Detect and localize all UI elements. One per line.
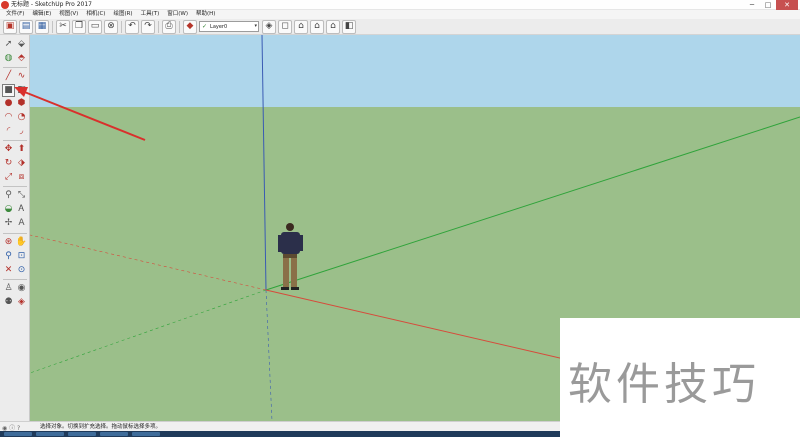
top-view-icon[interactable]: ◻: [278, 19, 292, 34]
text-icon[interactable]: Ꭺ: [16, 204, 27, 215]
position-camera-icon[interactable]: ♙: [3, 283, 14, 294]
look-around-icon[interactable]: ◉: [16, 283, 27, 294]
annotation-arrow: [14, 87, 146, 141]
watermark: 软件技巧: [560, 318, 800, 437]
menu-window[interactable]: 窗口(W): [163, 10, 192, 19]
menu-help[interactable]: 帮助(H): [192, 10, 219, 19]
current-layer-check-icon: ✓: [202, 23, 208, 30]
taskbar-app-button[interactable]: [4, 432, 32, 436]
taskbar-app-button[interactable]: [36, 432, 64, 436]
palette-divider: [3, 186, 27, 187]
toolbar-divider: [179, 20, 180, 33]
iso-view-icon[interactable]: ◈: [262, 19, 276, 34]
maximize-button[interactable]: □: [760, 0, 776, 10]
3d-text-icon[interactable]: A: [16, 218, 27, 229]
palette-divider: [3, 233, 27, 234]
axes-icon[interactable]: ✢: [3, 218, 14, 229]
taskbar-app-button[interactable]: [68, 432, 96, 436]
right-view-icon[interactable]: ⌂: [310, 19, 324, 34]
dimension-icon[interactable]: ⤡: [16, 190, 27, 201]
chevron-down-icon[interactable]: ▾: [254, 23, 257, 29]
zoom-window-icon[interactable]: ⊡: [16, 251, 27, 262]
zoom-extents-icon[interactable]: ✕: [3, 265, 14, 276]
back-view-icon[interactable]: ⌂: [326, 19, 340, 34]
follow-me-icon[interactable]: ⬗: [16, 158, 27, 169]
scale-icon[interactable]: ⤢: [3, 172, 14, 183]
pan-icon[interactable]: ✋: [16, 237, 27, 248]
taskbar-app-button[interactable]: [132, 432, 160, 436]
left-view-icon[interactable]: ◧: [342, 19, 356, 34]
minimize-button[interactable]: ─: [744, 0, 760, 10]
layer-name: Layer0: [210, 23, 228, 30]
close-button[interactable]: ✕: [776, 0, 798, 10]
offset-icon[interactable]: ⧈: [16, 172, 27, 183]
tape-measure-icon[interactable]: ⚲: [3, 190, 14, 201]
watermark-text: 软件技巧: [568, 359, 760, 410]
orbit-icon[interactable]: ⊛: [3, 237, 14, 248]
palette-divider: [3, 279, 27, 280]
section-plane-icon[interactable]: ◈: [16, 297, 27, 308]
walk-icon[interactable]: ⚉: [3, 297, 14, 308]
taskbar-app-button[interactable]: [100, 432, 128, 436]
rotate-icon[interactable]: ↻: [3, 158, 14, 169]
zoom-icon[interactable]: ⚲: [3, 251, 14, 262]
print-icon[interactable]: ⎙: [162, 19, 176, 34]
window-controls: ─ □ ✕: [744, 0, 798, 10]
previous-icon[interactable]: ⊙: [16, 265, 27, 276]
layer-selector[interactable]: ✓ Layer0 ▾: [199, 21, 259, 32]
protractor-icon[interactable]: ◒: [3, 204, 14, 215]
front-view-icon[interactable]: ⌂: [294, 19, 308, 34]
model-info-icon[interactable]: ◆: [183, 19, 197, 34]
